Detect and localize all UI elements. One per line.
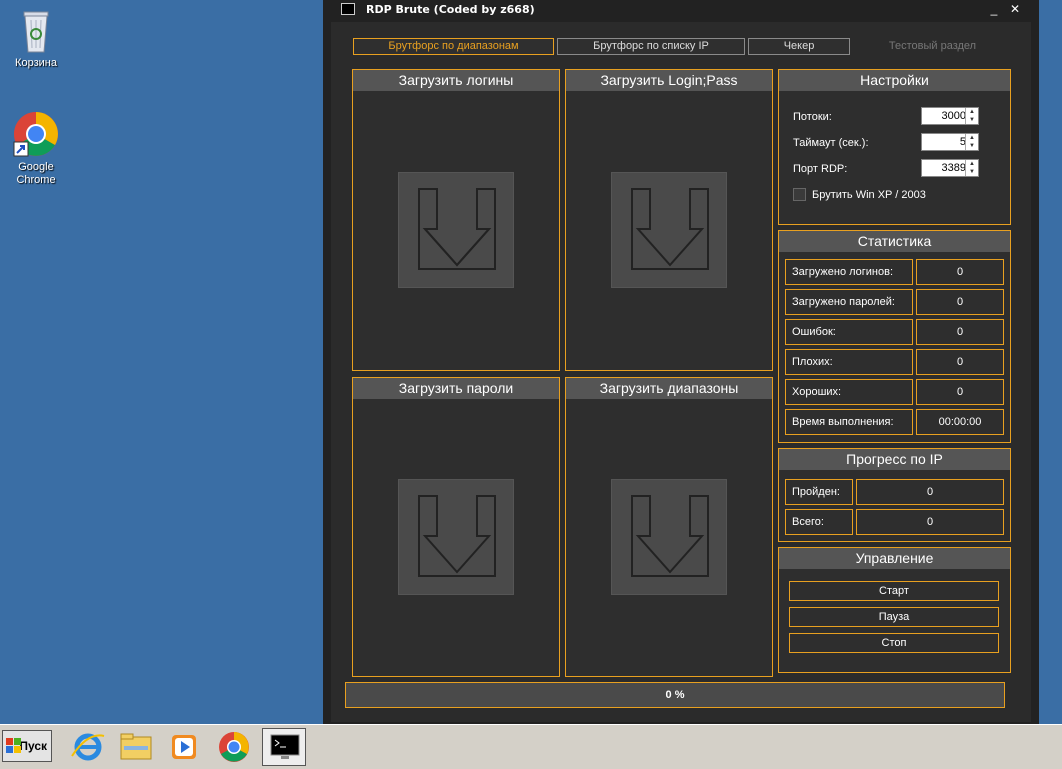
taskbar: Пуск xyxy=(0,724,1062,769)
title-bar[interactable]: RDP Brute (Coded by z668) _ ✕ xyxy=(323,0,1039,22)
spin-down-icon[interactable]: ▼ xyxy=(965,168,978,176)
minimize-button[interactable]: _ xyxy=(983,0,1005,20)
desktop-icon-label: Google xyxy=(18,161,54,173)
stat-value: 0 xyxy=(916,379,1004,405)
total-label: Всего: xyxy=(785,509,853,535)
desktop-icon-label: Корзина xyxy=(15,57,57,69)
load-passwords-panel[interactable]: Загрузить пароли xyxy=(352,377,560,677)
desktop-icon-chrome[interactable]: Google Chrome xyxy=(1,110,71,187)
window-title: RDP Brute (Coded by z668) xyxy=(366,3,535,16)
app-icon xyxy=(341,3,355,15)
port-label: Порт RDP: xyxy=(793,163,848,175)
passed-label: Пройден: xyxy=(785,479,853,505)
stop-button[interactable]: Стоп xyxy=(789,633,999,653)
stats-header: Статистика xyxy=(779,231,1010,252)
port-spinbox[interactable]: 3389 ▲ ▼ xyxy=(921,159,979,177)
stat-label: Загружено паролей: xyxy=(785,289,913,315)
spin-down-icon[interactable]: ▼ xyxy=(965,142,978,150)
start-button[interactable]: Пуск xyxy=(2,730,52,762)
chrome-icon xyxy=(13,112,58,157)
load-logins-panel[interactable]: Загрузить логины xyxy=(352,69,560,371)
ip-progress-panel: Прогресс по IP Пройден: 0 Всего: 0 xyxy=(778,448,1011,542)
download-arrow-icon xyxy=(611,172,727,288)
progress-text: 0 % xyxy=(665,689,685,701)
client-area: Брутфорс по диапазонам Брутфорс по списк… xyxy=(331,22,1031,722)
passed-value: 0 xyxy=(856,479,1004,505)
stat-value: 0 xyxy=(916,289,1004,315)
load-loginpass-header: Загрузить Login;Pass xyxy=(566,70,772,91)
taskbar-chrome[interactable] xyxy=(212,728,256,766)
load-passwords-header: Загрузить пароли xyxy=(353,378,559,399)
winxp-label: Брутить Win XP / 2003 xyxy=(812,189,926,201)
winxp-checkbox[interactable] xyxy=(793,188,806,201)
spin-up-icon[interactable]: ▲ xyxy=(965,134,978,142)
close-button[interactable]: ✕ xyxy=(1004,0,1026,20)
stat-value: 0 xyxy=(916,319,1004,345)
download-arrow-icon xyxy=(398,479,514,595)
timeout-value: 5 xyxy=(959,136,966,148)
stat-value: 0 xyxy=(916,259,1004,285)
start-label: Пуск xyxy=(19,739,47,753)
stat-label: Хороших: xyxy=(785,379,913,405)
tab-test-section: Тестовый раздел xyxy=(888,40,977,52)
stat-label: Плохих: xyxy=(785,349,913,375)
total-value: 0 xyxy=(856,509,1004,535)
tab-checker[interactable]: Чекер xyxy=(748,38,850,55)
taskbar-console[interactable] xyxy=(262,728,306,766)
settings-panel: Настройки Потоки: 3000 ▲ ▼ Таймаут (сек.… xyxy=(778,69,1011,225)
stat-value: 0 xyxy=(916,349,1004,375)
desktop-icon-recycle-bin[interactable]: Корзина xyxy=(1,6,71,70)
download-arrow-icon xyxy=(611,479,727,595)
explorer-icon xyxy=(120,733,152,760)
load-logins-header: Загрузить логины xyxy=(353,70,559,91)
pause-button[interactable]: Пауза xyxy=(789,607,999,627)
ie-icon xyxy=(71,733,105,761)
stat-label: Загружено логинов: xyxy=(785,259,913,285)
control-header: Управление xyxy=(779,548,1010,569)
taskbar-explorer[interactable] xyxy=(114,728,158,766)
threads-label: Потоки: xyxy=(793,111,832,123)
spin-down-icon[interactable]: ▼ xyxy=(965,116,978,124)
chrome-icon xyxy=(219,732,249,762)
control-panel: Управление Старт Пауза Стоп xyxy=(778,547,1011,673)
stats-panel: Статистика Загружено логинов: 0 Загружен… xyxy=(778,230,1011,443)
start-button[interactable]: Старт xyxy=(789,581,999,601)
app-window: RDP Brute (Coded by z668) _ ✕ Брутфорс п… xyxy=(323,0,1039,724)
load-loginpass-panel[interactable]: Загрузить Login;Pass xyxy=(565,69,773,371)
threads-value: 3000 xyxy=(941,110,966,122)
spin-up-icon[interactable]: ▲ xyxy=(965,108,978,116)
stat-label: Ошибок: xyxy=(785,319,913,345)
timeout-label: Таймаут (сек.): xyxy=(793,137,869,149)
ip-progress-header: Прогресс по IP xyxy=(779,449,1010,470)
taskbar-media-player[interactable] xyxy=(162,728,206,766)
stat-label: Время выполнения: xyxy=(785,409,913,435)
console-icon xyxy=(270,734,300,759)
port-value: 3389 xyxy=(941,162,966,174)
load-ranges-panel[interactable]: Загрузить диапазоны xyxy=(565,377,773,677)
download-arrow-icon xyxy=(398,172,514,288)
stat-value: 00:00:00 xyxy=(916,409,1004,435)
windows-logo-icon xyxy=(6,738,21,753)
timeout-spinbox[interactable]: 5 ▲ ▼ xyxy=(921,133,979,151)
taskbar-ie[interactable] xyxy=(66,728,110,766)
tab-range-brute[interactable]: Брутфорс по диапазонам xyxy=(353,38,554,55)
recycle-bin-icon xyxy=(23,11,49,53)
media-player-icon xyxy=(172,735,196,759)
progress-bar: 0 % xyxy=(345,682,1005,708)
spin-up-icon[interactable]: ▲ xyxy=(965,160,978,168)
load-ranges-header: Загрузить диапазоны xyxy=(566,378,772,399)
tab-ip-list-brute[interactable]: Брутфорс по списку IP xyxy=(557,38,745,55)
settings-header: Настройки xyxy=(779,70,1010,91)
desktop-icon-label: Chrome xyxy=(16,174,56,186)
threads-spinbox[interactable]: 3000 ▲ ▼ xyxy=(921,107,979,125)
